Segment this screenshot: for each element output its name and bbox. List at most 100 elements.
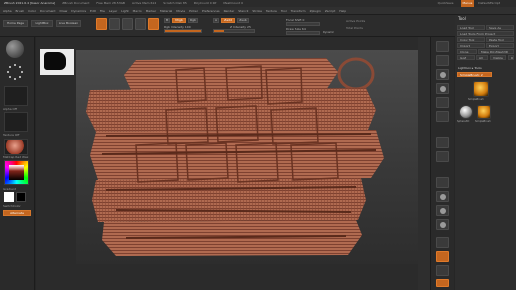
menu-transform[interactable]: Transform: [291, 7, 306, 14]
sphere3d-thumbnail[interactable]: [459, 105, 473, 119]
menu-color[interactable]: Color: [28, 7, 36, 14]
menu-brush[interactable]: Brush: [16, 7, 25, 14]
menu-picker[interactable]: Picker: [189, 7, 198, 14]
draw-mode-icon[interactable]: [109, 18, 120, 30]
default-zscript-button[interactable]: DefaultZScript: [478, 0, 500, 7]
zadd-toggle-spacer[interactable]: A: [213, 18, 219, 23]
clone-button[interactable]: Clone: [457, 49, 477, 54]
secondary-color-swatch[interactable]: [16, 192, 26, 202]
live-boolean-button[interactable]: Live Boolean: [56, 20, 81, 27]
menu-macro[interactable]: Macro: [133, 7, 142, 14]
menu-file[interactable]: File: [100, 7, 105, 14]
goz-all-button[interactable]: All: [476, 55, 488, 60]
stat-scratch-disk: Scratch Disk 85: [163, 1, 187, 5]
zsub-toggle[interactable]: Zsub: [237, 18, 249, 23]
polyf-button[interactable]: [436, 237, 449, 248]
stroke-dots-icon[interactable]: [7, 64, 23, 80]
document-canvas[interactable]: [76, 50, 418, 264]
menu-zplugin[interactable]: Zplugin: [310, 7, 321, 14]
menu-tool[interactable]: Tool: [281, 7, 287, 14]
menu-document[interactable]: Document: [40, 7, 56, 14]
move-view-button[interactable]: [436, 191, 449, 202]
focal-shift-slider[interactable]: [286, 22, 320, 26]
menu-marker[interactable]: Marker: [146, 7, 156, 14]
menu-render[interactable]: Render: [224, 7, 235, 14]
tool-palette-title[interactable]: Tool: [455, 15, 516, 23]
simplebrush-thumbnail[interactable]: [477, 105, 491, 119]
material-slot[interactable]: [4, 139, 28, 155]
draw-size-slider[interactable]: [286, 31, 320, 35]
navigation-thumbnail[interactable]: [40, 49, 74, 75]
menu-light[interactable]: Light: [121, 7, 129, 14]
dynamic-toggle[interactable]: Dynamic: [323, 31, 334, 34]
load-tools-from-project-button[interactable]: Load Tools From Project: [457, 31, 514, 36]
menu-draw[interactable]: Draw: [59, 7, 67, 14]
rgb-intensity-fill: [165, 30, 201, 32]
load-tool-button[interactable]: Load Tool: [457, 25, 485, 30]
actual-size-button[interactable]: [436, 97, 449, 108]
spix-button[interactable]: [436, 55, 449, 66]
scroll-button[interactable]: [436, 69, 449, 80]
edit-mode-icon[interactable]: [96, 18, 107, 30]
zoom-button[interactable]: [436, 83, 449, 94]
material-label: MatCap Red Wax: [3, 155, 29, 159]
menus-toggle[interactable]: Menus: [460, 0, 475, 7]
simplebrush-thumbnail-large[interactable]: [473, 81, 489, 97]
rgb-toggle[interactable]: Rgb: [188, 18, 198, 23]
make-polymesh3d-button[interactable]: Make PolyMesh3D: [478, 49, 514, 54]
menu-dynamics[interactable]: Dynamics: [71, 7, 86, 14]
menu-stroke[interactable]: Stroke: [252, 7, 262, 14]
goz-visible-button[interactable]: Visible: [490, 55, 506, 60]
home-page-button[interactable]: Home Page: [3, 20, 28, 27]
alpha-slot[interactable]: [4, 86, 28, 106]
goz-button[interactable]: GoZ: [457, 55, 475, 60]
alternate-button[interactable]: Alternate: [3, 210, 31, 216]
current-tool-label[interactable]: SimpleBrush: 2: [457, 72, 492, 77]
menu-edit[interactable]: Edit: [90, 7, 96, 14]
lightbox-tools-link[interactable]: Lightbox ▸ Tools: [458, 66, 482, 70]
move-mode-icon[interactable]: [122, 18, 133, 30]
z-intensity-slider[interactable]: [213, 29, 255, 33]
rotate-mode-icon[interactable]: [148, 18, 159, 30]
floor-button[interactable]: [436, 151, 449, 162]
main-color-swatch[interactable]: [4, 192, 14, 202]
menu-movie[interactable]: Movie: [176, 7, 185, 14]
mrgb-toggle[interactable]: Mrgb: [172, 18, 186, 23]
copy-tool-button[interactable]: Copy Tool: [457, 37, 485, 42]
xpose-button[interactable]: [436, 279, 449, 287]
menu-layer[interactable]: Layer: [109, 7, 117, 14]
bpr-button[interactable]: [436, 41, 449, 52]
switch-color-label[interactable]: SwitchColor: [3, 204, 21, 208]
menu-texture[interactable]: Texture: [266, 7, 277, 14]
menu-material[interactable]: Material: [160, 7, 172, 14]
menu-preferences[interactable]: Preferences: [202, 7, 220, 14]
color-picker[interactable]: [4, 160, 29, 185]
import-button[interactable]: Import: [457, 43, 485, 48]
simplebrush-label: SimpleBrush: [475, 120, 491, 123]
transp-button[interactable]: [436, 251, 449, 262]
menu-zscript[interactable]: Zscript: [325, 7, 335, 14]
paste-tool-button[interactable]: Paste Tool: [486, 37, 514, 42]
goz-r-button[interactable]: R: [508, 55, 514, 60]
menu-alpha[interactable]: Alpha: [3, 7, 12, 14]
rgb-intensity-slider[interactable]: [164, 29, 202, 33]
zadd-toggle[interactable]: Zadd: [221, 18, 235, 23]
standard-brush-icon[interactable]: [6, 40, 24, 58]
persp-button[interactable]: [436, 137, 449, 148]
rotate-view-button[interactable]: [436, 219, 449, 230]
menu-stencil[interactable]: Stencil: [238, 7, 248, 14]
scale-mode-icon[interactable]: [135, 18, 146, 30]
export-button[interactable]: Export: [486, 43, 514, 48]
rotate-view-icon: [440, 222, 446, 228]
material-toggle[interactable]: M: [164, 18, 170, 23]
zoom3d-button[interactable]: [436, 205, 449, 216]
frame-button[interactable]: [436, 177, 449, 188]
texture-slot[interactable]: [4, 112, 28, 132]
save-as-button[interactable]: Save As: [486, 25, 514, 30]
solo-button[interactable]: [436, 265, 449, 276]
title-bar: ZBrush 2021.6.4 [Kasor Anarome] ZBrush D…: [0, 0, 516, 7]
quicksave-button[interactable]: QuickSave: [438, 0, 454, 7]
aahalf-button[interactable]: [436, 111, 449, 122]
menu-help[interactable]: Help: [339, 7, 346, 14]
lightbox-button[interactable]: LightBox: [31, 20, 53, 27]
